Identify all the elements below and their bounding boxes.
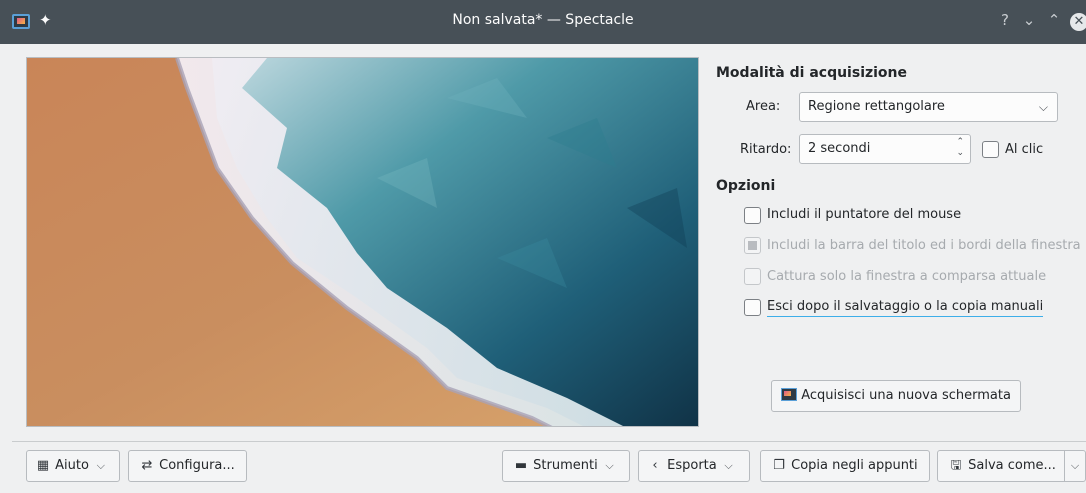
close-button[interactable]: ✕ [1070, 13, 1086, 31]
include-titlebar-label: Includi la barra del titolo ed i bordi d… [767, 238, 1081, 253]
quit-after-save-label[interactable]: Esci dopo il salvataggio o la copia manu… [767, 299, 1044, 317]
delay-label: Ritardo: [740, 142, 792, 157]
delay-value: 2 secondi [808, 141, 871, 156]
help-button[interactable]: ? [996, 11, 1014, 29]
include-mouse-pointer-label[interactable]: Includi il puntatore del mouse [767, 207, 961, 222]
include-mouse-pointer-checkbox[interactable] [744, 207, 761, 224]
configure-label: Configura... [159, 458, 235, 473]
toolbox-icon: ▬ [514, 458, 528, 473]
tools-menu-button[interactable]: ▬ Strumenti ⌵ [502, 450, 630, 482]
quit-after-save-checkbox[interactable] [744, 299, 761, 316]
export-label: Esporta [667, 458, 717, 473]
sliders-icon: ⇄ [141, 458, 153, 473]
help-label: Aiuto [55, 458, 89, 473]
area-combobox[interactable]: Regione rettangolare ⌵ [799, 92, 1058, 122]
window-title: Non salvata* — Spectacle [452, 12, 634, 28]
share-icon: ‹ [652, 458, 658, 473]
spin-arrows-icon[interactable]: ⌃ ⌄ [956, 137, 964, 159]
capture-popup-checkbox [744, 268, 761, 285]
toolbar-divider [12, 441, 1086, 442]
include-titlebar-checkbox [744, 237, 761, 254]
on-click-label[interactable]: Al clic [1005, 142, 1043, 157]
configure-button[interactable]: ⇄ Configura... [128, 450, 247, 482]
chevron-down-icon: ⌵ [93, 459, 105, 472]
copy-to-clipboard-button[interactable]: ❐ Copia negli appunti [760, 450, 930, 482]
on-click-checkbox[interactable] [982, 141, 999, 158]
chevron-down-icon: ⌵ [1070, 459, 1080, 472]
capture-popup-label: Cattura solo la finestra a comparsa attu… [767, 269, 1047, 284]
help-book-icon: ▦ [36, 458, 50, 473]
area-value: Regione rettangolare [808, 99, 945, 114]
maximize-button[interactable]: ⌃ [1045, 11, 1063, 29]
save-as-button[interactable]: 🖫 Salva come... [937, 450, 1065, 482]
help-menu-button[interactable]: ▦ Aiuto ⌵ [26, 450, 120, 482]
clipboard-icon: ❐ [773, 458, 785, 473]
delay-spinbox[interactable]: 2 secondi ⌃ ⌄ [799, 134, 971, 164]
chevron-down-icon: ⌵ [720, 459, 733, 472]
spectacle-icon [781, 388, 798, 401]
minimize-button[interactable]: ⌄ [1020, 11, 1038, 29]
chevron-down-icon: ⌵ [1038, 100, 1048, 114]
screenshot-preview[interactable] [26, 57, 699, 427]
options-heading: Opzioni [716, 178, 776, 194]
save-options-dropdown[interactable]: ⌵ [1064, 450, 1086, 482]
copy-label: Copia negli appunti [791, 458, 918, 473]
preview-image [27, 58, 698, 426]
save-as-label: Salva come... [968, 458, 1056, 473]
new-screenshot-button[interactable]: Acquisisci una nuova schermata [771, 380, 1021, 412]
export-menu-button[interactable]: ‹ Esporta ⌵ [638, 450, 750, 482]
save-icon: 🖫 [950, 458, 962, 473]
new-screenshot-label: Acquisisci una nuova schermata [801, 388, 1011, 403]
chevron-down-icon: ⌵ [601, 459, 614, 472]
tools-label: Strumenti [533, 458, 598, 473]
area-label: Area: [746, 99, 781, 114]
title-bar: ✦ Non salvata* — Spectacle ? ⌄ ⌃ ✕ [0, 0, 1086, 44]
capture-mode-heading: Modalità di acquisizione [716, 65, 908, 81]
